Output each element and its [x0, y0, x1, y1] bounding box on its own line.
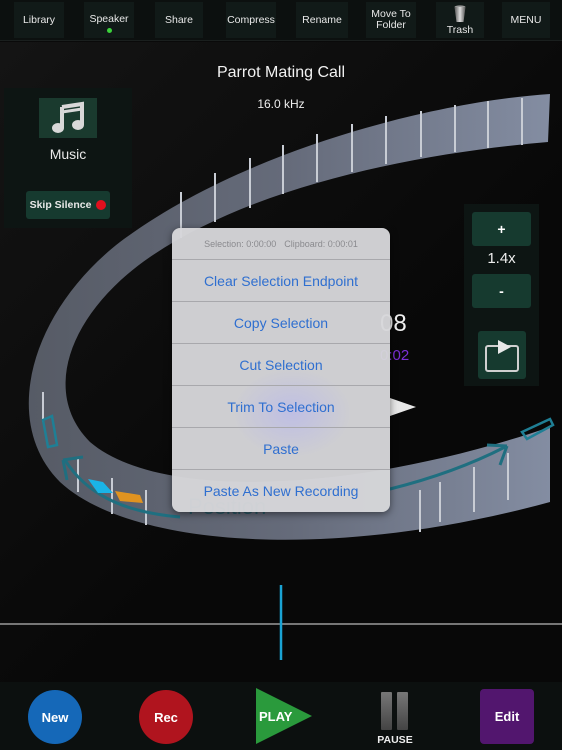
pause-label: PAUSE	[377, 734, 413, 746]
category-label: Music	[49, 146, 87, 162]
music-note-icon	[52, 101, 84, 133]
new-label: New	[41, 709, 69, 725]
clear-selection-endpoint-item[interactable]: Clear Selection Endpoint	[172, 260, 390, 302]
library-label: Library	[22, 13, 56, 26]
recording-title[interactable]: Parrot Mating Call	[0, 64, 562, 82]
speaker-button[interactable]: Speaker	[84, 2, 134, 38]
pause-icon-bar-right	[397, 692, 408, 730]
paste-as-new-recording-item[interactable]: Paste As New Recording	[172, 470, 390, 512]
copy-selection-item[interactable]: Copy Selection	[172, 302, 390, 344]
cut-selection-item[interactable]: Cut Selection	[172, 344, 390, 386]
selection-info: Selection: 0:00:00	[204, 239, 276, 249]
player-area: Parrot Mating Call 16.0 kHz Music Skip S…	[0, 42, 562, 682]
play-button[interactable]: PLAY	[256, 688, 312, 744]
export-play-icon	[485, 340, 519, 372]
waveform[interactable]	[0, 582, 562, 682]
transport-bar: New Rec PLAY PAUSE Edit	[0, 682, 562, 750]
edit-menu-popup: Selection: 0:00:00 Clipboard: 0:00:01 Cl…	[172, 228, 390, 512]
trash-icon	[454, 4, 466, 22]
share-button[interactable]: Share	[155, 2, 203, 38]
clipboard-label: Clipboard:	[284, 238, 326, 249]
trash-button[interactable]: Trash	[436, 2, 484, 38]
edit-button[interactable]: Edit	[480, 689, 534, 744]
category-button[interactable]	[39, 98, 97, 138]
playhead-marker-icon	[390, 398, 416, 416]
selection-label: Selection:	[204, 238, 244, 249]
left-panel: Music Skip Silence	[4, 88, 132, 228]
export-button[interactable]	[478, 331, 526, 379]
share-label: Share	[164, 13, 194, 26]
move-to-folder-button[interactable]: Move To Folder	[366, 2, 416, 38]
clipboard-value: 0:00:01	[327, 238, 358, 249]
skip-silence-label: Skip Silence	[29, 199, 92, 211]
top-toolbar: Library Speaker Share Compress Rename Mo…	[0, 0, 562, 41]
rec-button[interactable]: Rec	[139, 690, 193, 744]
right-panel: + 1.4x -	[464, 204, 539, 386]
skip-silence-indicator	[96, 200, 107, 210]
compress-label: Compress	[227, 13, 275, 26]
waveform-bars	[94, 594, 549, 656]
library-button[interactable]: Library	[14, 2, 64, 38]
popup-header: Selection: 0:00:00 Clipboard: 0:00:01	[172, 228, 390, 260]
pause-icon-bar-left	[381, 692, 392, 730]
paste-item[interactable]: Paste	[172, 428, 390, 470]
speaker-active-indicator	[106, 27, 112, 33]
move-to-folder-label-line2: Folder	[376, 19, 406, 31]
edit-label: Edit	[494, 709, 520, 724]
trash-label: Trash	[446, 23, 474, 36]
play-label: PLAY	[259, 709, 293, 724]
pause-button[interactable]: PAUSE	[372, 690, 418, 748]
trim-to-selection-item[interactable]: Trim To Selection	[172, 386, 390, 428]
compress-button[interactable]: Compress	[226, 2, 276, 38]
selection-value: 0:00:00	[246, 238, 277, 249]
skip-silence-button[interactable]: Skip Silence	[26, 191, 110, 219]
rename-button[interactable]: Rename	[296, 2, 348, 38]
zoom-out-button[interactable]: -	[472, 274, 531, 308]
speaker-label: Speaker	[89, 12, 129, 25]
zoom-level: 1.4x	[487, 250, 516, 267]
waveform-view[interactable]	[0, 582, 562, 682]
rec-label: Rec	[154, 709, 178, 725]
zoom-in-button[interactable]: +	[472, 212, 531, 246]
menu-button[interactable]: MENU	[502, 2, 550, 38]
new-button[interactable]: New	[28, 690, 82, 744]
menu-label: MENU	[510, 13, 542, 26]
clipboard-info: Clipboard: 0:00:01	[284, 239, 358, 249]
rename-label: Rename	[302, 13, 342, 26]
